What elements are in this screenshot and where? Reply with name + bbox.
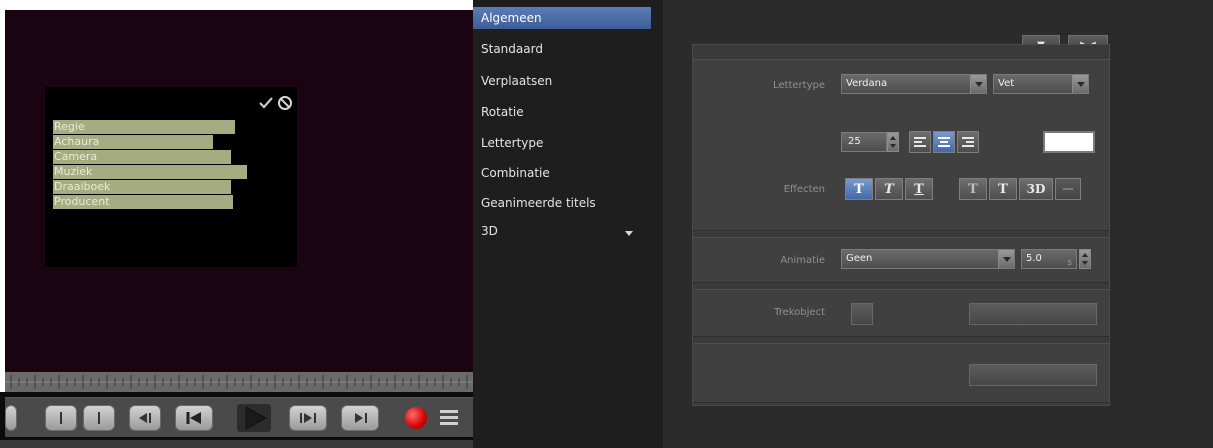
credit-line: Achaura (53, 135, 213, 149)
play-icon[interactable] (237, 404, 271, 432)
chevron-down-icon[interactable] (1072, 75, 1088, 93)
effect-outline-button[interactable]: T (959, 178, 987, 200)
credit-line: Draaiboek (53, 180, 231, 194)
effect-more-button[interactable] (1055, 178, 1081, 200)
animation-select[interactable]: Geen (841, 249, 1015, 269)
credit-lines: Regie Achaura Camera Muziek Draaiboek Pr… (53, 120, 247, 210)
menu-item-combinatie[interactable]: Combinatie (473, 162, 651, 184)
menu-item-algemeen[interactable]: Algemeen (473, 7, 651, 29)
menu-item-geanimeerde-titels[interactable]: Geanimeerde titels (473, 192, 651, 214)
properties-panel: Lettertype Verdana Vet 25 Effecten T T T… (692, 44, 1110, 406)
extra-action-button[interactable] (969, 364, 1097, 386)
effect-3d-button[interactable]: 3D (1019, 178, 1053, 200)
confirm-check-icon[interactable] (259, 96, 273, 110)
menu-item-rotatie[interactable]: Rotatie (473, 101, 651, 123)
object-action-button[interactable] (969, 303, 1097, 325)
duration-input[interactable]: 5.0 s (1021, 249, 1077, 269)
effecten-label: Effecten (783, 184, 825, 195)
font-size-value: 25 (848, 136, 861, 147)
record-icon[interactable] (405, 407, 427, 429)
font-family-select[interactable]: Verdana (841, 74, 987, 94)
object-toggle[interactable] (851, 303, 873, 325)
title-preview: Regie Achaura Camera Muziek Draaiboek Pr… (45, 87, 297, 267)
previous-marker-icon[interactable] (175, 405, 213, 431)
go-to-end-icon[interactable] (341, 405, 379, 431)
credit-line: Camera (53, 150, 231, 164)
trekobject-label: Trekobject (774, 307, 825, 318)
lettertype-label: Lettertype (773, 80, 825, 91)
edge-button[interactable] (5, 405, 17, 431)
animation-section: Animatie Geen 5.0 s (693, 237, 1109, 283)
object-section: Trekobject (693, 289, 1109, 337)
mark-in-icon[interactable] (45, 405, 77, 431)
duration-unit: s (1067, 258, 1072, 268)
effect-bold-button[interactable]: T (845, 178, 873, 200)
effect-underline-button[interactable]: T (905, 178, 933, 200)
effect-italic-button[interactable]: T (875, 178, 903, 200)
cancel-prohibit-icon[interactable] (277, 95, 293, 111)
animation-value: Geen (846, 253, 873, 264)
extra-section (693, 343, 1109, 403)
next-marker-icon[interactable] (289, 405, 327, 431)
menu-item-lettertype[interactable]: Lettertype (473, 132, 651, 154)
text-color-swatch[interactable] (1043, 131, 1095, 153)
credit-line: Producent (53, 195, 233, 209)
font-style-select[interactable]: Vet (993, 74, 1089, 94)
video-preview: Regie Achaura Camera Muziek Draaiboek Pr… (5, 10, 473, 390)
credit-line: Regie (53, 120, 235, 134)
menu-icon[interactable] (440, 410, 458, 426)
menu-item-verplaatsen[interactable]: Verplaatsen (473, 70, 651, 92)
mark-out-icon[interactable] (83, 405, 115, 431)
category-menu: Algemeen Standaard Verplaatsen Rotatie L… (473, 0, 663, 448)
timeline-ruler[interactable] (5, 372, 473, 392)
font-size-input[interactable]: 25 (841, 132, 887, 152)
font-section: Lettertype Verdana Vet 25 Effecten T T T… (693, 59, 1109, 231)
animatie-label: Animatie (780, 255, 825, 266)
editor-window: Regie Achaura Camera Muziek Draaiboek Pr… (0, 0, 1213, 448)
duration-value: 5.0 (1026, 253, 1042, 264)
align-right-icon[interactable] (957, 131, 979, 153)
effect-shadow-button[interactable]: T (989, 178, 1017, 200)
status-strip (0, 440, 478, 448)
menu-item-standaard[interactable]: Standaard (473, 38, 651, 60)
align-center-icon[interactable] (933, 131, 955, 153)
go-to-start-icon[interactable] (129, 405, 161, 431)
align-left-icon[interactable] (909, 131, 931, 153)
font-family-value: Verdana (846, 78, 888, 89)
transport-controls (0, 392, 478, 448)
transport-bar (5, 397, 473, 437)
chevron-down-icon[interactable] (970, 75, 986, 93)
chevron-down-icon[interactable] (625, 231, 633, 236)
font-style-value: Vet (998, 78, 1015, 89)
duration-stepper[interactable] (1079, 249, 1091, 269)
chevron-down-icon[interactable] (998, 250, 1014, 268)
credit-line: Muziek (53, 165, 247, 179)
font-size-stepper[interactable] (887, 132, 899, 152)
preview-overlay-controls (259, 95, 293, 111)
